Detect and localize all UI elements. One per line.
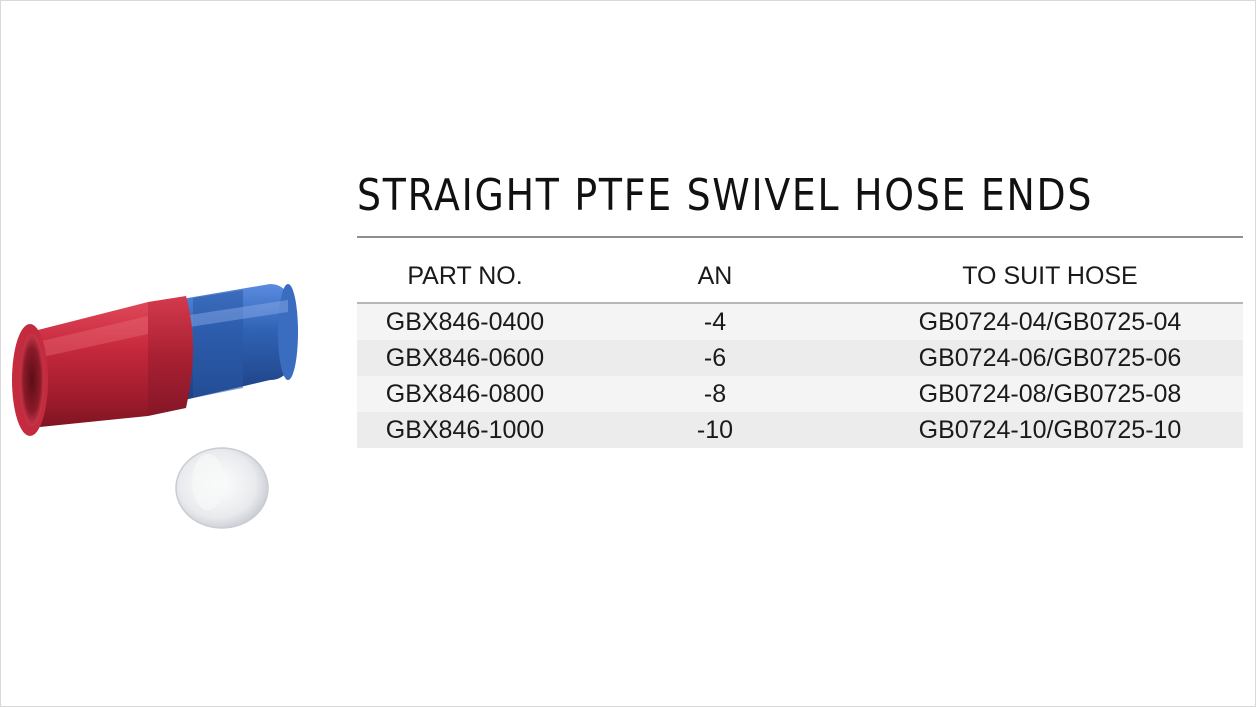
part-number-cell: GBX846-0600 <box>357 340 573 376</box>
spec-table: PART NO. AN TO SUIT HOSE GBX846-0400 -4 … <box>357 250 1243 448</box>
an-size-cell: -4 <box>573 303 857 340</box>
an-size-cell: -8 <box>573 376 857 412</box>
page-title: STRAIGHT PTFE SWIVEL HOSE ENDS <box>357 170 1094 221</box>
table-row: GBX846-0400 -4 GB0724-04/GB0725-04 <box>357 303 1243 340</box>
table-row: GBX846-0800 -8 GB0724-08/GB0725-08 <box>357 376 1243 412</box>
part-number-cell: GBX846-0400 <box>357 303 573 340</box>
column-header-part-no: PART NO. <box>357 250 573 304</box>
an-size-cell: -6 <box>573 340 857 376</box>
hose-end-product-image <box>12 284 298 529</box>
suit-hose-cell: GB0724-08/GB0725-08 <box>857 376 1243 412</box>
suit-hose-cell: GB0724-06/GB0725-06 <box>857 340 1243 376</box>
part-number-cell: GBX846-0800 <box>357 376 573 412</box>
table-row: GBX846-1000 -10 GB0724-10/GB0725-10 <box>357 412 1243 448</box>
suit-hose-cell: GB0724-10/GB0725-10 <box>857 412 1243 448</box>
table-row: GBX846-0600 -6 GB0724-06/GB0725-06 <box>357 340 1243 376</box>
suit-hose-cell: GB0724-04/GB0725-04 <box>857 303 1243 340</box>
part-number-cell: GBX846-1000 <box>357 412 573 448</box>
title-divider <box>357 236 1243 238</box>
an-size-cell: -10 <box>573 412 857 448</box>
column-header-to-suit-hose: TO SUIT HOSE <box>857 250 1243 304</box>
table-header-row: PART NO. AN TO SUIT HOSE <box>357 250 1243 304</box>
column-header-an: AN <box>573 250 857 304</box>
